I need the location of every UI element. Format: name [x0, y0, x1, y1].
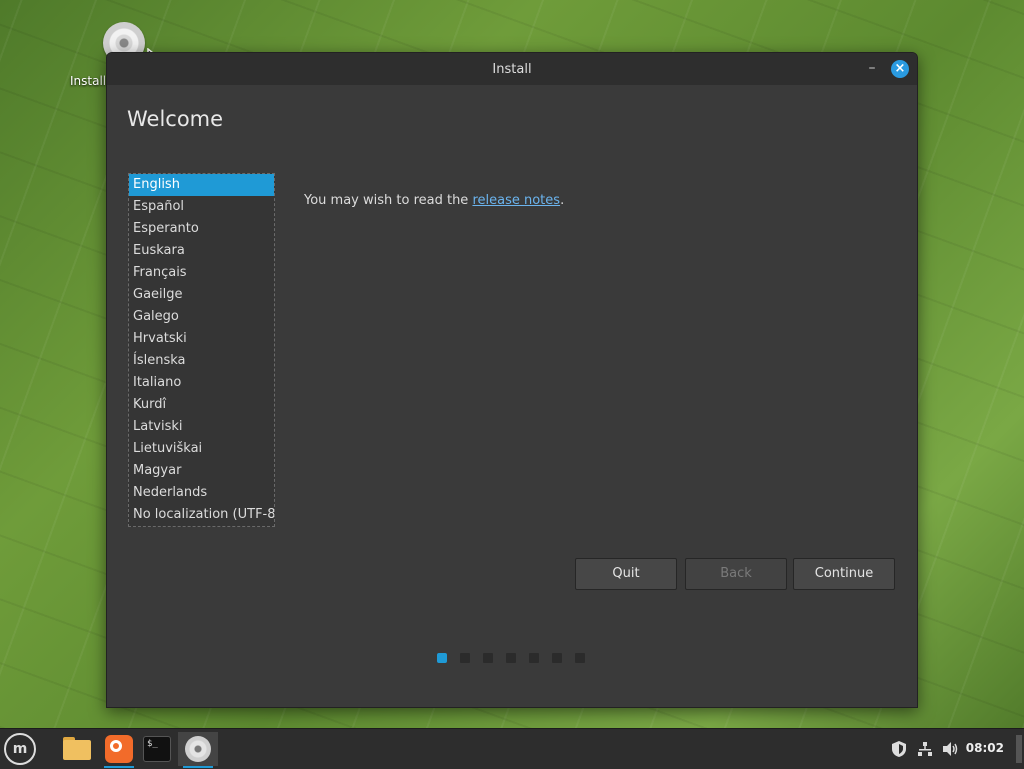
show-desktop-button[interactable]: [1016, 735, 1022, 763]
release-notes-text: You may wish to read the release notes.: [304, 193, 564, 208]
language-item[interactable]: Magyar: [129, 460, 274, 482]
clock[interactable]: 08:02: [966, 741, 1004, 755]
install-window: Install – × Welcome English Español Espera…: [106, 52, 918, 708]
network-icon[interactable]: [917, 741, 933, 757]
step-indicator: [437, 653, 585, 663]
mint-menu-icon[interactable]: m: [4, 733, 36, 765]
language-list[interactable]: English Español Esperanto Euskara Français Ga…: [128, 173, 275, 527]
step-dot: [506, 653, 516, 663]
language-item[interactable]: English: [129, 174, 274, 196]
language-item[interactable]: Nederlands: [129, 482, 274, 504]
quit-button[interactable]: Quit: [575, 558, 677, 590]
continue-button[interactable]: Continue: [793, 558, 895, 590]
language-item[interactable]: Gaeilge: [129, 284, 274, 306]
desktop-icon-label: Install: [70, 74, 107, 88]
firefox-icon[interactable]: [102, 732, 136, 768]
language-item[interactable]: Latviski: [129, 416, 274, 438]
language-item[interactable]: Euskara: [129, 240, 274, 262]
language-item[interactable]: Íslenska: [129, 350, 274, 372]
language-item[interactable]: Italiano: [129, 372, 274, 394]
volume-icon[interactable]: [942, 741, 960, 757]
minimize-button[interactable]: –: [865, 61, 879, 75]
language-item[interactable]: No localization (UTF-8): [129, 504, 274, 526]
release-notes-link[interactable]: release notes: [472, 193, 560, 208]
close-button[interactable]: ×: [891, 60, 909, 78]
notes-prefix: You may wish to read the: [304, 193, 473, 208]
step-dot: [552, 653, 562, 663]
language-item[interactable]: Español: [129, 196, 274, 218]
installer-task-icon[interactable]: [178, 732, 218, 768]
step-dot: [575, 653, 585, 663]
language-item[interactable]: Kurdî: [129, 394, 274, 416]
step-dot: [529, 653, 539, 663]
page-title: Welcome: [127, 107, 224, 131]
back-button[interactable]: Back: [685, 558, 787, 590]
window-titlebar[interactable]: Install – ×: [107, 53, 917, 85]
files-folder-icon[interactable]: [60, 732, 94, 766]
language-item[interactable]: Esperanto: [129, 218, 274, 240]
language-item[interactable]: Français: [129, 262, 274, 284]
step-dot: [437, 653, 447, 663]
language-item[interactable]: Lietuviškai: [129, 438, 274, 460]
language-item[interactable]: Galego: [129, 306, 274, 328]
shield-icon[interactable]: [891, 740, 907, 758]
terminal-icon[interactable]: $_: [140, 732, 174, 766]
notes-suffix: .: [560, 193, 565, 208]
language-item[interactable]: Hrvatski: [129, 328, 274, 350]
taskbar: m $_ 08:02: [0, 728, 1024, 769]
window-title: Install: [492, 62, 532, 77]
step-dot: [483, 653, 493, 663]
step-dot: [460, 653, 470, 663]
